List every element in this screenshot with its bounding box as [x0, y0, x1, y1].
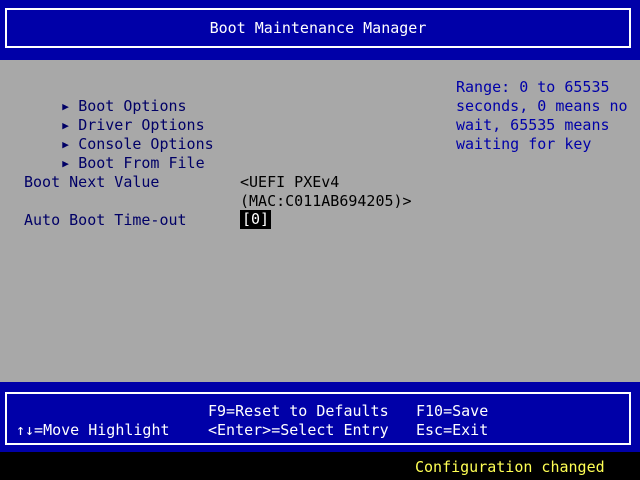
- page-title: Boot Maintenance Manager: [209, 19, 427, 37]
- save-hint: F10=Save: [416, 402, 489, 420]
- title-frame: Boot Maintenance Manager: [5, 8, 631, 48]
- boot-next-value[interactable]: <UEFI PXEv4: [240, 173, 339, 192]
- move-highlight-hint: ↑↓=Move Highlight: [16, 421, 170, 439]
- main-panel: ▶ Boot Options ▶ Driver Options ▶ Console O…: [0, 60, 640, 382]
- menu-item-console-options[interactable]: ▶ Console Options: [8, 116, 213, 153]
- help-text-line: Range: 0 to 65535: [456, 78, 610, 96]
- triangle-right-icon: ▶: [62, 157, 69, 170]
- title-bar: Boot Maintenance Manager: [0, 0, 640, 60]
- menu-item-boot-from-file[interactable]: ▶ Boot From File: [8, 135, 204, 172]
- boot-next-value-line2: (MAC:C011AB694205)>: [240, 192, 412, 210]
- status-message: Configuration changed: [415, 458, 605, 476]
- help-text-line: wait, 65535 means: [456, 116, 610, 134]
- boot-next-label: Boot Next Value: [24, 173, 160, 191]
- key-help-bar: ↑↓=Move Highlight F9=Reset to Defaults <…: [0, 382, 640, 452]
- menu-item-label: Boot From File: [78, 154, 205, 172]
- reset-defaults-hint: F9=Reset to Defaults: [208, 402, 389, 420]
- select-entry-hint: <Enter>=Select Entry: [208, 421, 389, 439]
- menu-item-driver-options[interactable]: ▶ Driver Options: [8, 97, 204, 134]
- exit-hint: Esc=Exit: [416, 421, 489, 439]
- menu-item-boot-options[interactable]: ▶ Boot Options: [8, 78, 186, 115]
- bios-screen: Boot Maintenance Manager ▶ Boot Options ▶…: [0, 0, 640, 480]
- status-bar: Configuration changed: [0, 452, 640, 480]
- help-text-line: seconds, 0 means no: [456, 97, 628, 115]
- auto-boot-timeout-label: Auto Boot Time-out: [24, 211, 187, 229]
- help-text-line: waiting for key: [456, 135, 592, 153]
- key-help-frame: ↑↓=Move Highlight F9=Reset to Defaults <…: [5, 392, 631, 445]
- auto-boot-timeout-input[interactable]: [0]: [240, 210, 272, 229]
